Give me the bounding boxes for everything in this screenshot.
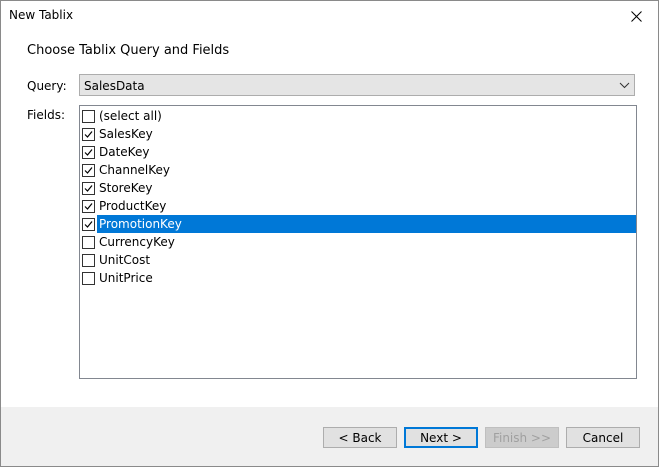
field-label: DateKey bbox=[99, 145, 150, 159]
title-bar: New Tablix bbox=[1, 1, 658, 32]
field-label: ChannelKey bbox=[99, 163, 171, 177]
checkmark-icon bbox=[84, 149, 93, 156]
chevron-down-icon bbox=[619, 82, 630, 89]
field-item[interactable]: UnitPrice bbox=[80, 269, 636, 287]
page-heading: Choose Tablix Query and Fields bbox=[27, 43, 230, 58]
query-label: Query: bbox=[27, 79, 67, 93]
cancel-button[interactable]: Cancel bbox=[566, 427, 640, 448]
field-label: StoreKey bbox=[99, 181, 153, 195]
field-item[interactable]: ProductKey bbox=[80, 197, 636, 215]
field-checkbox[interactable] bbox=[82, 254, 95, 267]
field-item[interactable]: ChannelKey bbox=[80, 161, 636, 179]
checkmark-icon bbox=[84, 221, 93, 228]
field-checkbox[interactable] bbox=[82, 110, 95, 123]
field-label: UnitPrice bbox=[99, 271, 153, 285]
field-label: CurrencyKey bbox=[99, 235, 175, 249]
next-button[interactable]: Next > bbox=[404, 427, 478, 448]
field-checkbox[interactable] bbox=[82, 164, 95, 177]
field-label: ProductKey bbox=[99, 199, 167, 213]
field-item[interactable]: PromotionKey bbox=[80, 215, 636, 233]
field-item[interactable]: CurrencyKey bbox=[80, 233, 636, 251]
field-label: SalesKey bbox=[99, 127, 153, 141]
field-item[interactable]: SalesKey bbox=[80, 125, 636, 143]
field-item[interactable]: UnitCost bbox=[80, 251, 636, 269]
query-dropdown[interactable]: SalesData bbox=[79, 74, 635, 96]
checkmark-icon bbox=[84, 167, 93, 174]
field-checkbox[interactable] bbox=[82, 218, 95, 231]
field-label: (select all) bbox=[99, 109, 162, 123]
field-checkbox[interactable] bbox=[82, 146, 95, 159]
field-checkbox[interactable] bbox=[82, 272, 95, 285]
window-title: New Tablix bbox=[9, 8, 74, 22]
fields-checklist[interactable]: (select all) SalesKey DateKey ChannelKey Sto… bbox=[79, 105, 637, 379]
close-button[interactable] bbox=[614, 1, 658, 32]
query-selected-value: SalesData bbox=[84, 79, 145, 93]
field-item[interactable]: DateKey bbox=[80, 143, 636, 161]
dialog-window: New Tablix Choose Tablix Query and Field… bbox=[0, 0, 659, 467]
field-label: PromotionKey bbox=[97, 215, 636, 233]
field-item[interactable]: StoreKey bbox=[80, 179, 636, 197]
field-checkbox[interactable] bbox=[82, 200, 95, 213]
field-item[interactable]: (select all) bbox=[80, 107, 636, 125]
fields-label: Fields: bbox=[27, 108, 65, 122]
checkmark-icon bbox=[84, 131, 93, 138]
close-icon bbox=[630, 11, 642, 22]
checkmark-icon bbox=[84, 203, 93, 210]
back-button[interactable]: < Back bbox=[323, 427, 397, 448]
field-checkbox[interactable] bbox=[82, 236, 95, 249]
field-checkbox[interactable] bbox=[82, 182, 95, 195]
checkmark-icon bbox=[84, 185, 93, 192]
finish-button: Finish >> bbox=[485, 427, 559, 448]
field-checkbox[interactable] bbox=[82, 128, 95, 141]
field-label: UnitCost bbox=[99, 253, 151, 267]
